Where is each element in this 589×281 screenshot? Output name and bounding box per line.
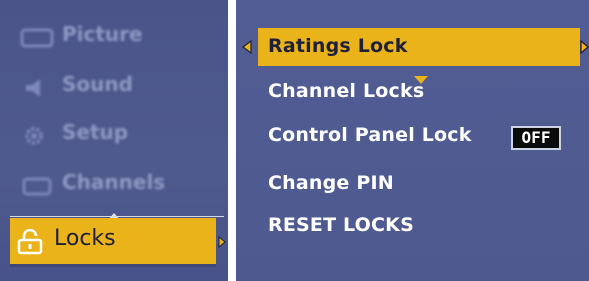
menu-item-label: RESET LOCKS [268,214,414,236]
menu-item-label: Ratings Lock [268,35,408,57]
picture-icon [20,27,56,49]
divider [10,216,224,217]
locks-submenu-panel: Ratings Lock Channel Locks Control Panel… [236,0,589,281]
menu-item-label: Channel Locks [268,80,425,102]
menu-item-channel-locks[interactable]: Channel Locks [236,72,589,112]
menu-item-setup[interactable]: Setup [0,110,228,160]
menu-item-control-panel-lock[interactable]: Control Panel Lock OFF [236,116,589,156]
right-arrow-icon[interactable] [580,39,589,58]
menu-item-label: Picture [62,22,143,46]
menu-item-label: Control Panel Lock [268,124,472,146]
submenu-arrow-icon [218,233,226,252]
menu-item-channels[interactable]: Channels [0,160,228,210]
padlock-icon [16,228,44,255]
menu-item-label: Channels [62,170,166,194]
menu-item-locks[interactable]: Locks [10,218,216,264]
divider [10,264,216,267]
menu-item-change-pin[interactable]: Change PIN [236,164,589,204]
menu-item-label: Change PIN [268,172,394,194]
menu-item-label: Sound [62,72,133,96]
control-panel-lock-value[interactable]: OFF [511,126,561,150]
left-arrow-icon[interactable] [242,39,252,58]
main-menu-panel: Picture Sound Setup Channels Locks [0,0,228,281]
speaker-icon [20,77,56,99]
menu-item-reset-locks[interactable]: RESET LOCKS [236,206,589,246]
menu-item-ratings-lock[interactable]: Ratings Lock [236,28,589,66]
menu-item-sound[interactable]: Sound [0,62,228,112]
menu-item-picture[interactable]: Picture [0,12,228,62]
tv-icon [20,175,56,197]
menu-item-label: Locks [54,226,116,251]
menu-item-label: Setup [62,120,129,144]
gear-icon [20,125,56,147]
